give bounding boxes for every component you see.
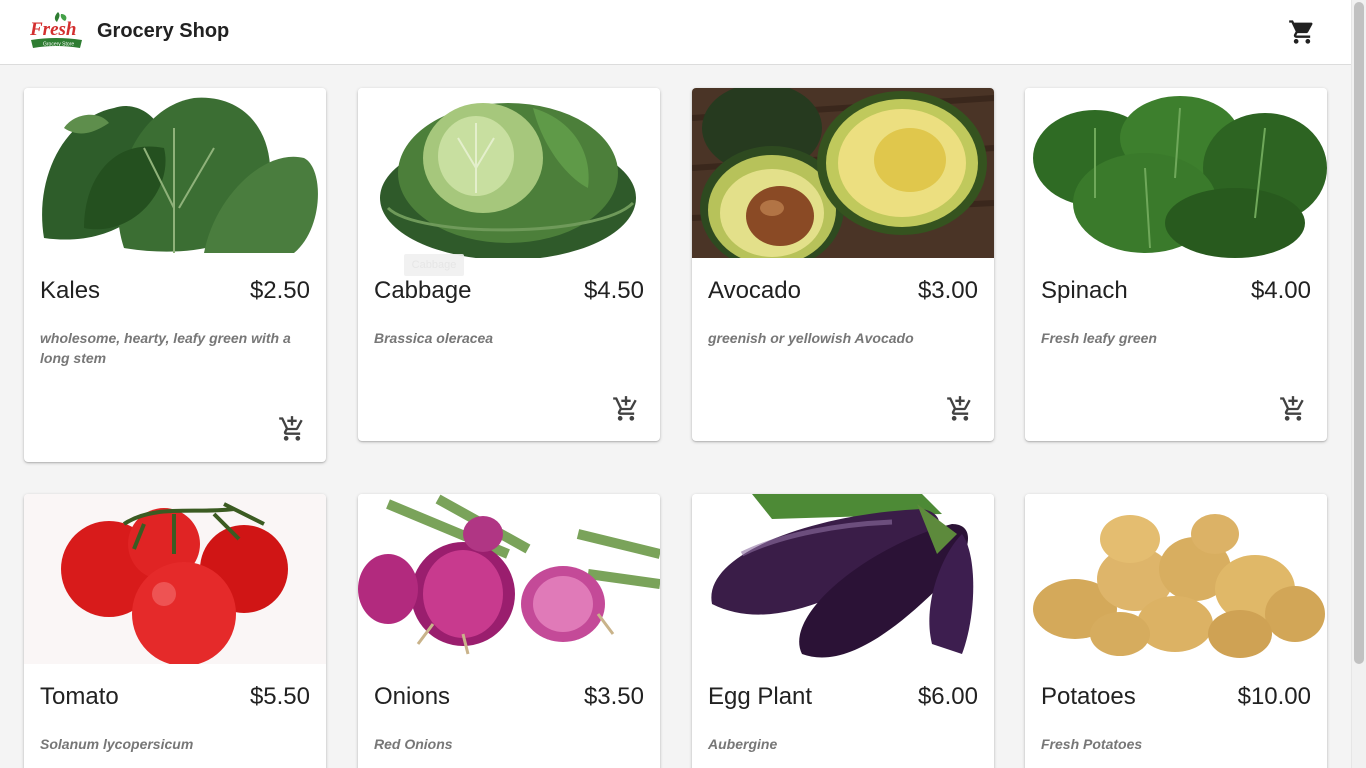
product-price: $6.00 [917, 683, 978, 710]
fresh-logo[interactable]: Fresh Grocery Store [28, 10, 84, 54]
app-bar: Fresh Grocery Store Grocery Shop [0, 0, 1351, 65]
product-card-potatoes: Potatoes $10.00 Fresh Potatoes [1025, 494, 1327, 768]
svg-text:Fresh: Fresh [29, 19, 76, 40]
svg-text:Grocery Store: Grocery Store [43, 42, 74, 48]
product-description: Fresh leafy green [1041, 330, 1157, 346]
product-description: Fresh Potatoes [1041, 736, 1143, 752]
product-card-kales: Kales $2.50 wholesome, hearty, leafy gre… [24, 88, 326, 462]
product-name: Spinach [1041, 277, 1128, 304]
product-price: $4.50 [583, 277, 644, 304]
onions-image [358, 494, 660, 664]
product-name: Tomato [40, 683, 119, 710]
product-description: Aubergine [708, 736, 778, 752]
product-price: $3.00 [917, 277, 978, 304]
product-name: Cabbage [374, 277, 472, 304]
product-description: Brassica oleracea [374, 330, 494, 346]
product-description: Solanum lycopersicum [40, 736, 194, 752]
product-description: wholesome, hearty, leafy green with a lo… [40, 330, 291, 366]
product-header: Potatoes $10.00 [1025, 664, 1327, 726]
add-to-cart-icon[interactable] [612, 395, 640, 423]
page-scrollbar[interactable] [1351, 0, 1366, 768]
product-name: Potatoes [1041, 683, 1136, 710]
product-card-avocado: Avocado $3.00 greenish or yellowish Avoc… [692, 88, 994, 441]
product-card-egg-plant: Egg Plant $6.00 Aubergine [692, 494, 994, 768]
product-card-onions: Onions $3.50 Red Onions [358, 494, 660, 768]
product-price: $10.00 [1237, 683, 1311, 710]
product-price: $4.00 [1250, 277, 1311, 304]
product-description: Red Onions [374, 736, 453, 752]
product-name: Avocado [708, 277, 801, 304]
add-to-cart-icon[interactable] [278, 415, 306, 443]
product-name: Kales [40, 277, 101, 304]
product-header: Onions $3.50 [358, 664, 660, 726]
kales-image [24, 88, 326, 258]
product-name: Onions [374, 683, 451, 710]
product-price: $3.50 [583, 683, 644, 710]
product-price: $2.50 [249, 277, 310, 304]
egg-plant-image [692, 494, 994, 664]
product-card-tomato: Tomato $5.50 Solanum lycopersicum [24, 494, 326, 768]
product-header: Spinach $4.00 [1025, 258, 1327, 320]
scrollbar-thumb[interactable] [1354, 2, 1364, 664]
product-description: greenish or yellowish Avocado [708, 330, 914, 346]
product-header: Avocado $3.00 [692, 258, 994, 320]
cart-icon[interactable] [1288, 18, 1316, 46]
cabbage-image [358, 88, 660, 258]
product-card-spinach: Spinach $4.00 Fresh leafy green [1025, 88, 1327, 441]
product-price: $5.50 [249, 683, 310, 710]
app-title: Grocery Shop [97, 20, 230, 42]
product-header: Tomato $5.50 [24, 664, 326, 726]
add-to-cart-icon[interactable] [1279, 395, 1307, 423]
spinach-image [1025, 88, 1327, 258]
avocado-image [692, 88, 994, 258]
tomato-image [24, 494, 326, 664]
product-header: Egg Plant $6.00 [692, 664, 994, 726]
add-to-cart-icon[interactable] [946, 395, 974, 423]
image-tooltip: Cabbage [404, 254, 464, 276]
product-name: Egg Plant [708, 683, 813, 710]
potatoes-image [1025, 494, 1327, 664]
product-header: Kales $2.50 [24, 258, 326, 320]
